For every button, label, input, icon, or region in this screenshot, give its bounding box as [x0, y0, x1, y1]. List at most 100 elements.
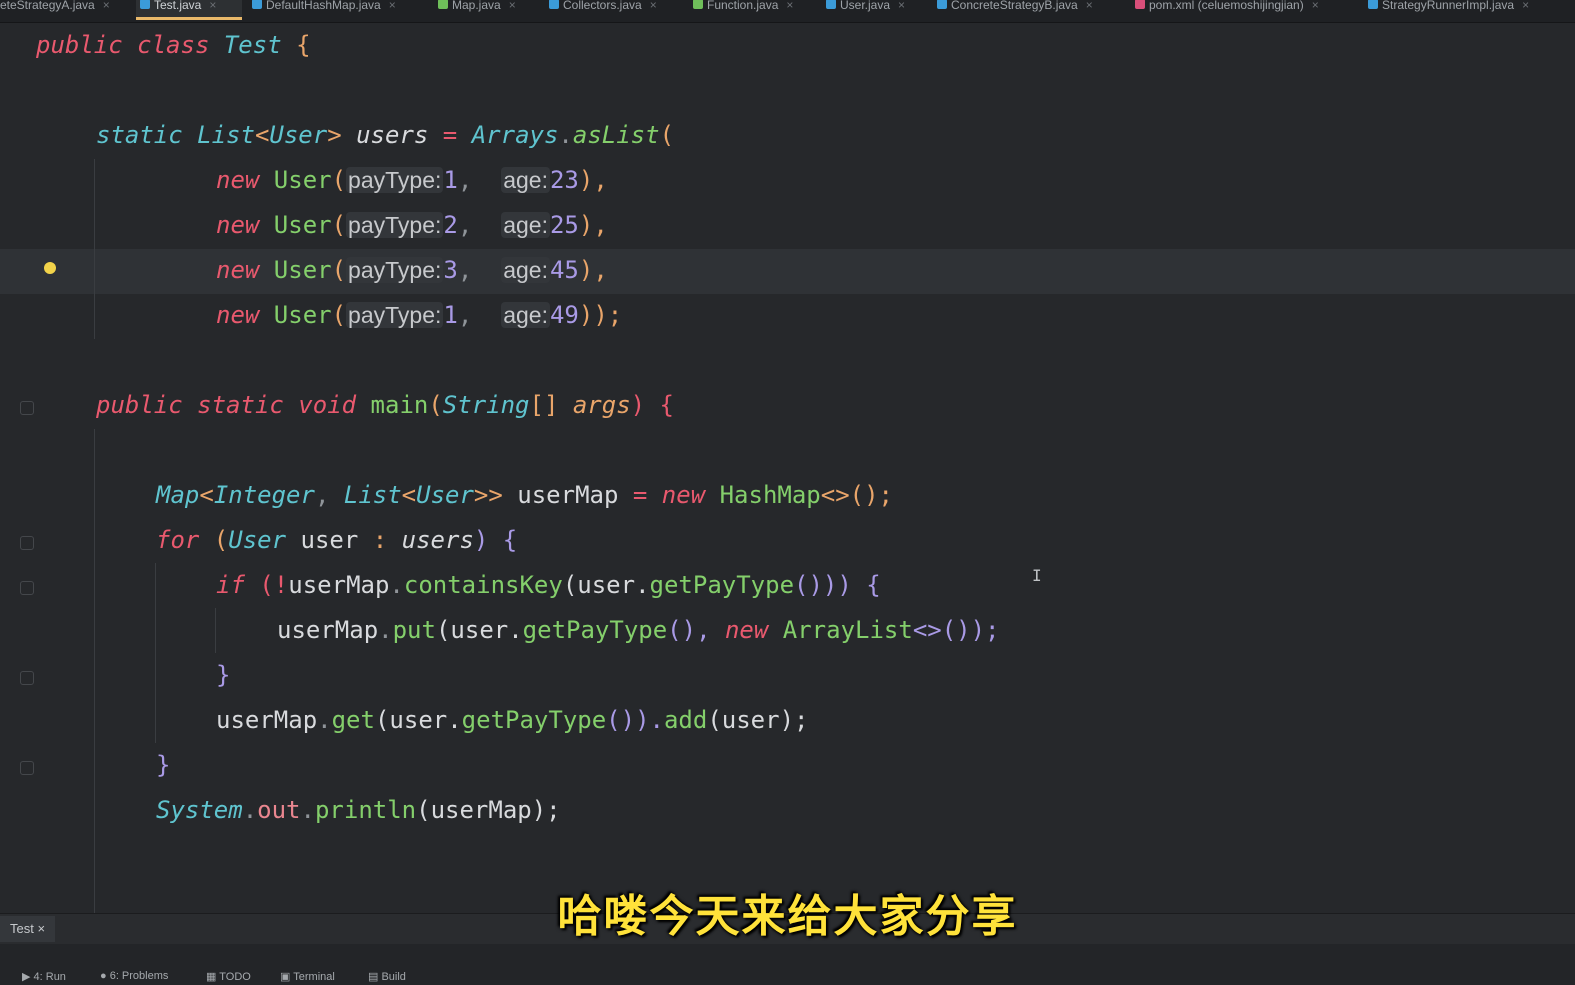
method-name: getPayType: [649, 571, 795, 599]
class-name: Test: [223, 31, 282, 59]
indent-guide: [215, 608, 216, 653]
punctuation: .: [300, 796, 315, 824]
close-icon[interactable]: ×: [1522, 0, 1529, 12]
punctuation: .: [378, 616, 393, 644]
punctuation: (: [331, 166, 347, 194]
run-tool-button[interactable]: ▶ 4: Run: [22, 970, 66, 983]
method-name: main: [370, 391, 429, 419]
keyword: new: [724, 616, 783, 644]
editor-tab[interactable]: pom.xml (celuemoshijingjian) ×: [1131, 0, 1357, 20]
tool-label: 6: Problems: [109, 970, 169, 982]
editor-tab[interactable]: StrategyRunnerImpl.java ×: [1364, 0, 1575, 20]
identifier: userMap: [517, 481, 619, 509]
punctuation: ,: [457, 256, 487, 284]
identifier: users: [401, 526, 474, 554]
code-line: Map<Integer, List<User>> userMap = new H…: [156, 473, 893, 518]
editor-tab[interactable]: Function.java ×: [689, 0, 815, 20]
editor-tab[interactable]: User.java ×: [822, 0, 928, 20]
parameter-hint: age:: [501, 257, 550, 283]
number-literal: 1: [443, 301, 458, 329]
close-icon[interactable]: ×: [209, 0, 216, 12]
close-icon[interactable]: ×: [1086, 0, 1093, 12]
number-literal: 23: [549, 166, 579, 194]
class-name: HashMap: [719, 481, 821, 509]
lightbulb-icon[interactable]: [44, 262, 56, 274]
punctuation: >: [327, 121, 357, 149]
identifier: (user.: [562, 571, 650, 599]
field-name: out: [257, 796, 301, 824]
indent-guide: [94, 429, 95, 913]
punctuation: (: [428, 391, 443, 419]
code-line: public static void main(String[] args) {: [96, 383, 674, 428]
identifier: (user);: [707, 706, 809, 734]
video-subtitle: 哈喽今天来给大家分享: [557, 891, 1018, 942]
method-name: get: [331, 706, 375, 734]
type-name: String: [442, 391, 530, 419]
tool-label: Build: [381, 971, 406, 983]
fold-marker[interactable]: [20, 671, 34, 685]
fold-marker[interactable]: [20, 401, 34, 415]
punctuation: <>();: [820, 481, 893, 509]
method-name: getPayType: [522, 616, 668, 644]
close-icon[interactable]: ×: [786, 0, 793, 12]
fold-marker[interactable]: [20, 536, 34, 550]
tool-label: Terminal: [293, 971, 335, 983]
close-icon[interactable]: ×: [1312, 0, 1319, 12]
close-icon[interactable]: ×: [650, 0, 657, 12]
identifier: userMap: [277, 616, 379, 644]
close-icon[interactable]: ×: [389, 0, 396, 12]
todo-tool-button[interactable]: ▦ TODO: [206, 970, 251, 983]
build-tool-button[interactable]: ▤ Build: [368, 970, 406, 983]
type-name: List: [197, 121, 255, 149]
editor-tab-active[interactable]: Test.java ×: [136, 0, 242, 20]
editor-tab[interactable]: ConcreteStrategyB.java ×: [933, 0, 1125, 20]
punctuation: {: [281, 31, 311, 59]
tab-label: eteStrategyA.java: [0, 0, 95, 12]
editor-tab[interactable]: DefaultHashMap.java ×: [248, 0, 428, 20]
code-line: if (!userMap.containsKey(user.getPayType…: [216, 563, 881, 608]
editor-tab[interactable]: Map.java ×: [434, 0, 540, 20]
operator: =: [618, 481, 662, 509]
parameter-hint: age:: [501, 167, 550, 193]
punctuation: (: [213, 526, 229, 554]
tab-label: Collectors.java: [563, 0, 642, 12]
operator: (!: [259, 571, 289, 599]
parameter-hint: age:: [501, 212, 550, 238]
parameter-hint: payType:: [346, 167, 444, 193]
editor-tab[interactable]: Collectors.java ×: [545, 0, 683, 20]
java-class-icon: [140, 0, 150, 9]
number-literal: 45: [549, 256, 579, 284]
code-line: new User(payType:1, age:49));: [216, 293, 622, 338]
java-class-icon: [549, 0, 559, 9]
punctuation: ,: [314, 481, 344, 509]
keyword: new: [661, 481, 720, 509]
code-editor[interactable]: public class Test { static List<User> us…: [0, 23, 1575, 913]
punctuation: >>: [473, 481, 518, 509]
class-name: User: [273, 256, 332, 284]
close-icon[interactable]: ×: [898, 0, 905, 12]
editor-gutter[interactable]: [0, 23, 40, 913]
punctuation: (: [331, 211, 347, 239]
editor-tab[interactable]: eteStrategyA.java ×: [0, 0, 134, 20]
interface-icon: [693, 0, 703, 9]
punctuation: ),: [578, 166, 608, 194]
problems-tool-button[interactable]: ● 6: Problems: [100, 970, 168, 982]
tab-label: Map.java: [452, 0, 501, 12]
close-icon[interactable]: ×: [509, 0, 516, 12]
type-name: Integer: [213, 481, 315, 509]
punctuation: (: [331, 256, 347, 284]
method-name: getPayType: [461, 706, 607, 734]
identifier: (user.: [374, 706, 462, 734]
parameter-hint: age:: [501, 302, 550, 328]
close-icon[interactable]: ×: [103, 0, 110, 12]
code-line: public class Test {: [36, 23, 311, 68]
fold-marker[interactable]: [20, 761, 34, 775]
method-name: put: [392, 616, 436, 644]
parameter-name: args: [572, 391, 631, 419]
punctuation: (: [331, 301, 347, 329]
fold-marker[interactable]: [20, 581, 34, 595]
number-literal: 25: [549, 211, 579, 239]
code-line: userMap.put(user.getPayType(), new Array…: [277, 608, 1000, 653]
terminal-tool-button[interactable]: ▣ Terminal: [280, 970, 335, 983]
type-name: User: [228, 526, 287, 554]
